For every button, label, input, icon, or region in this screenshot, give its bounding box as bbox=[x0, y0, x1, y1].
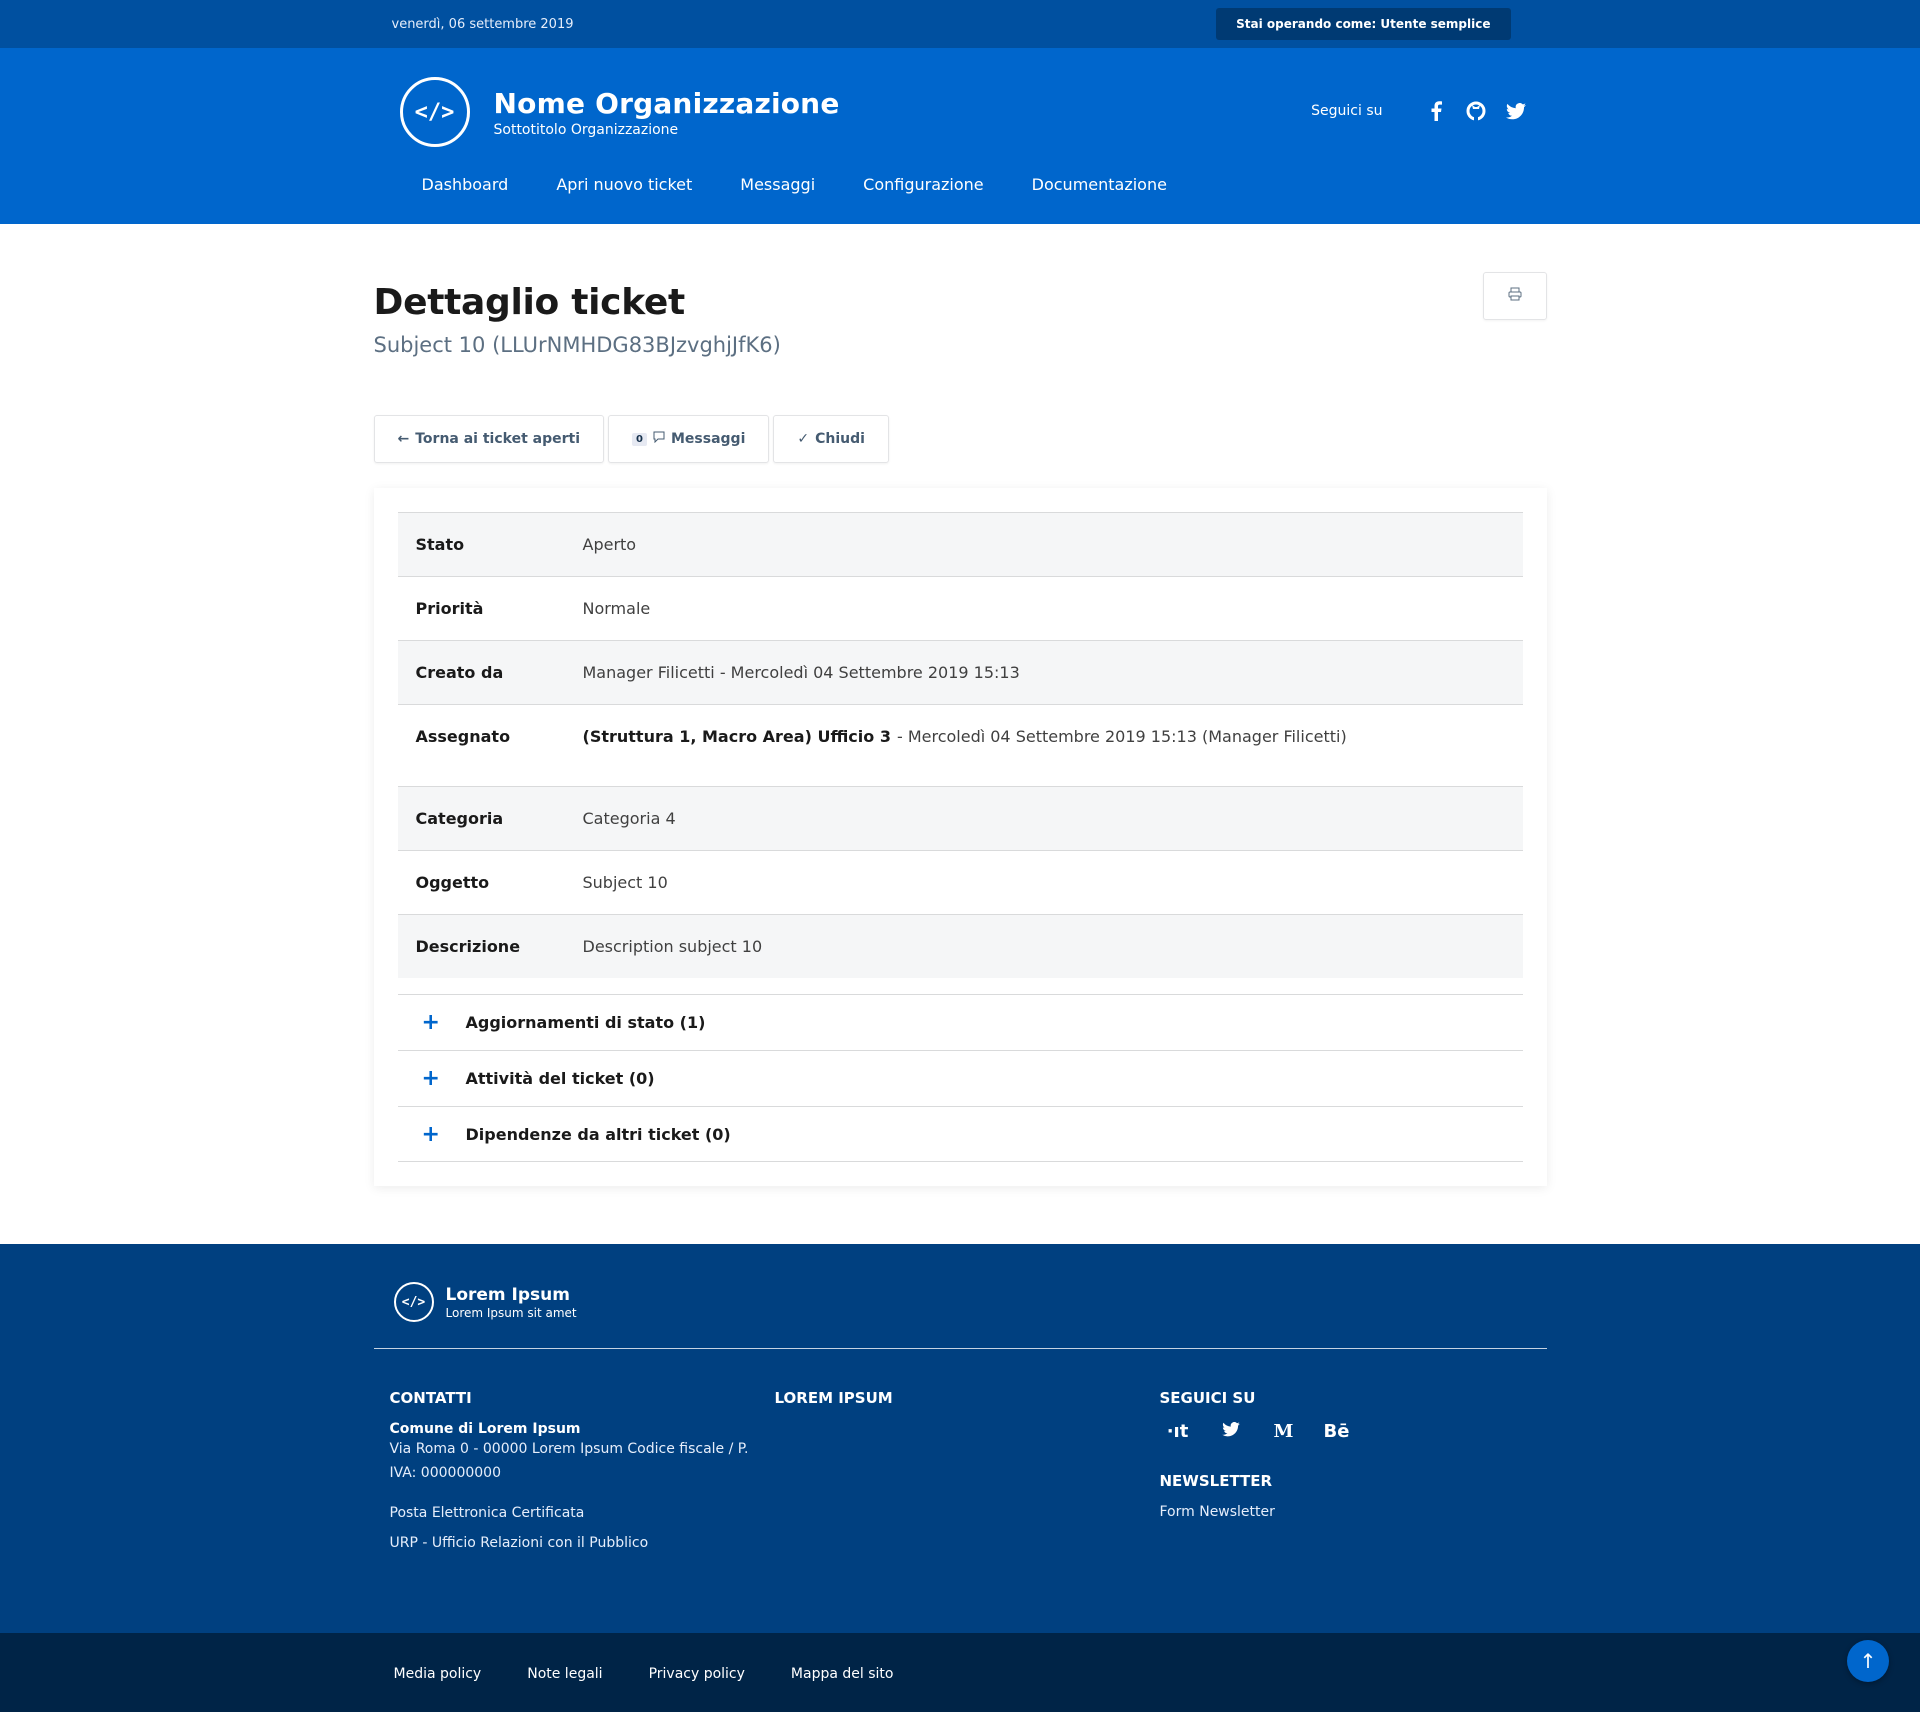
plus-icon: + bbox=[421, 1066, 440, 1091]
chat-icon bbox=[653, 431, 665, 447]
printer-icon bbox=[1508, 287, 1522, 305]
code-logo-icon: </> bbox=[393, 1282, 434, 1322]
lorem-title: LOREM IPSUM bbox=[774, 1389, 893, 1407]
main-nav: Dashboard Apri nuovo ticket Messaggi Con… bbox=[398, 175, 1191, 194]
arrow-up-icon: ↑ bbox=[1859, 1649, 1877, 1673]
media-policy-link[interactable]: Media policy bbox=[394, 1666, 482, 1682]
slim-header: venerdì, 06 settembre 2019 Stai operando… bbox=[0, 0, 1920, 48]
contacts-address: Via Roma 0 - 00000 Lorem Ipsum Codice fi… bbox=[389, 1441, 749, 1481]
ticket-actions: ← Torna ai ticket aperti 0 Messaggi ✓ Ch… bbox=[373, 415, 1547, 463]
plus-icon: + bbox=[421, 1010, 440, 1035]
ticket-accordion: + Aggiornamenti di stato (1) + Attività … bbox=[397, 994, 1523, 1162]
accordion-ticket-dependencies[interactable]: + Dipendenze da altri ticket (0) bbox=[397, 1106, 1523, 1162]
page-subtitle: Subject 10 (LLUrNMHDG83BJzvghjJfK6) bbox=[373, 333, 781, 357]
twitter-icon[interactable] bbox=[1213, 1421, 1249, 1442]
nav-configuration[interactable]: Configurazione bbox=[839, 175, 1007, 194]
newsletter-link[interactable]: Form Newsletter bbox=[1160, 1504, 1545, 1520]
header-social: Seguici su bbox=[1311, 100, 1526, 122]
detail-row-category: Categoria Categoria 4 bbox=[397, 786, 1523, 850]
nav-documentation[interactable]: Documentazione bbox=[1008, 175, 1191, 194]
detail-row-priority: Priorità Normale bbox=[397, 576, 1523, 640]
social-label: Seguici su bbox=[1311, 103, 1383, 119]
contacts-org: Comune di Lorem Ipsum bbox=[389, 1421, 581, 1437]
footer-contacts: CONTATTI Comune di Lorem Ipsum Via Roma … bbox=[390, 1389, 775, 1551]
follow-title: SEGUICI SU bbox=[1159, 1389, 1256, 1407]
pec-link[interactable]: Posta Elettronica Certificata bbox=[390, 1505, 775, 1521]
close-ticket-button[interactable]: ✓ Chiudi bbox=[773, 415, 889, 463]
messages-button[interactable]: 0 Messaggi bbox=[608, 415, 770, 463]
user-role-badge[interactable]: Stai operando come: Utente semplice bbox=[1216, 8, 1511, 40]
accordion-status-updates[interactable]: + Aggiornamenti di stato (1) bbox=[397, 994, 1523, 1050]
plus-icon: + bbox=[421, 1121, 440, 1147]
detail-row-created-by: Creato da Manager Filicetti - Mercoledì … bbox=[397, 640, 1523, 704]
check-icon: ✓ bbox=[797, 431, 810, 447]
assigned-info: - Mercoledì 04 Settembre 2019 15:13 (Man… bbox=[896, 727, 1347, 746]
footer-bottom: Media policy Note legali Privacy policy … bbox=[0, 1633, 1920, 1712]
detail-row-assigned: Assegnato (Struttura 1, Macro Area) Uffi… bbox=[397, 704, 1523, 786]
privacy-policy-link[interactable]: Privacy policy bbox=[649, 1666, 745, 1682]
footer-lorem: LOREM IPSUM bbox=[775, 1389, 1160, 1551]
center-header: </> Nome Organizzazione Sottotitolo Orga… bbox=[0, 48, 1920, 224]
brand[interactable]: </> Nome Organizzazione Sottotitolo Orga… bbox=[399, 77, 840, 147]
legal-notes-link[interactable]: Note legali bbox=[527, 1666, 602, 1682]
footer-brand[interactable]: </> Lorem Ipsum Lorem Ipsum sit amet bbox=[374, 1282, 1547, 1322]
footer-brand-name: Lorem Ipsum bbox=[445, 1284, 571, 1305]
footer-follow: SEGUICI SU ·ıt M Bē NEWSLETTER Form News… bbox=[1160, 1389, 1545, 1551]
org-name: Nome Organizzazione bbox=[493, 86, 840, 120]
contacts-title: CONTATTI bbox=[389, 1389, 472, 1407]
footer: </> Lorem Ipsum Lorem Ipsum sit amet CON… bbox=[0, 1244, 1920, 1633]
back-to-open-tickets-button[interactable]: ← Torna ai ticket aperti bbox=[373, 415, 605, 463]
assigned-office[interactable]: (Struttura 1, Macro Area) Ufficio 3 bbox=[583, 727, 891, 746]
main-content: Dettaglio ticket Subject 10 (LLUrNMHDG83… bbox=[0, 224, 1920, 1244]
github-icon[interactable] bbox=[1465, 100, 1487, 122]
messages-count-badge: 0 bbox=[632, 432, 647, 446]
org-subtitle: Sottotitolo Organizzazione bbox=[493, 121, 679, 138]
twitter-icon[interactable] bbox=[1505, 100, 1527, 122]
nav-new-ticket[interactable]: Apri nuovo ticket bbox=[532, 175, 716, 194]
newsletter-title: NEWSLETTER bbox=[1159, 1472, 1273, 1490]
arrow-left-icon: ← bbox=[397, 431, 410, 447]
sitemap-link[interactable]: Mappa del sito bbox=[791, 1666, 894, 1682]
facebook-icon[interactable] bbox=[1425, 100, 1447, 122]
urp-link[interactable]: URP - Ufficio Relazioni con il Pubblico bbox=[390, 1535, 775, 1551]
nav-dashboard[interactable]: Dashboard bbox=[398, 175, 533, 194]
designers-italia-icon[interactable]: ·ıt bbox=[1160, 1421, 1196, 1442]
back-to-top-button[interactable]: ↑ bbox=[1847, 1640, 1889, 1682]
page-title: Dettaglio ticket bbox=[373, 282, 686, 323]
detail-row-status: Stato Aperto bbox=[397, 512, 1523, 576]
current-date: venerdì, 06 settembre 2019 bbox=[391, 16, 574, 32]
detail-row-description: Descrizione Description subject 10 bbox=[397, 914, 1523, 978]
print-button[interactable] bbox=[1482, 272, 1547, 320]
medium-icon[interactable]: M bbox=[1266, 1421, 1302, 1442]
ticket-detail-card: Stato Aperto Priorità Normale Creato da … bbox=[373, 488, 1547, 1186]
detail-row-subject: Oggetto Subject 10 bbox=[397, 850, 1523, 914]
nav-messages[interactable]: Messaggi bbox=[716, 175, 839, 194]
footer-brand-subtitle: Lorem Ipsum sit amet bbox=[445, 1305, 577, 1320]
accordion-ticket-activities[interactable]: + Attività del ticket (0) bbox=[397, 1050, 1523, 1106]
code-logo-icon: </> bbox=[399, 77, 470, 147]
behance-icon[interactable]: Bē bbox=[1319, 1421, 1355, 1442]
